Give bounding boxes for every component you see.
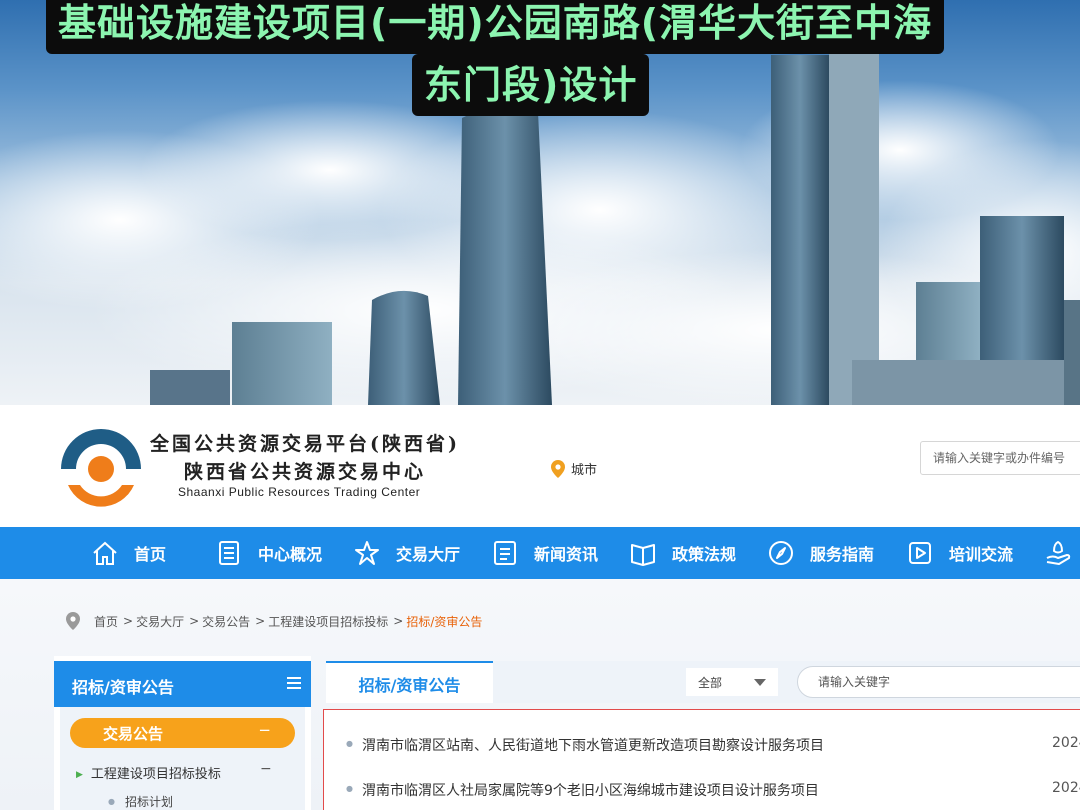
play-icon: [909, 542, 931, 564]
list-item-date: 2024: [1052, 735, 1080, 751]
sidebar-menu: 交易公告 − ▶ 工程建设项目招标投标 − ● 招标计划: [60, 707, 305, 810]
nav-item-label: 政策法规: [672, 545, 737, 564]
list-item-date: 2024: [1052, 780, 1080, 796]
sidebar-item-engineering-bidding[interactable]: ▶ 工程建设项目招标投标: [76, 763, 221, 782]
tab-bar: 招标/资审公告 全部: [326, 661, 1080, 703]
breadcrumb-separator: >: [123, 614, 134, 628]
breadcrumb: 首页 > 交易大厅 > 交易公告 > 工程建设项目招标投标 > 招标/资审公告: [66, 612, 482, 630]
site-name-cn-line2: 陕西省公共资源交易中心: [184, 461, 427, 483]
category-filter-select[interactable]: 全部: [686, 668, 778, 696]
nav-item-label: 首页: [134, 545, 167, 564]
announcement-list: ● 渭南市临渭区站南、人民街道地下雨水管道更新改造项目勘察设计服务项目 2024…: [323, 709, 1080, 810]
menu-icon[interactable]: [285, 675, 303, 691]
nav-item-label: 中心概况: [258, 545, 323, 564]
list-item[interactable]: ● 渭南市临渭区站南、人民街道地下雨水管道更新改造项目勘察设计服务项目 2024: [324, 735, 1080, 759]
star-icon: [355, 541, 379, 565]
breadcrumb-separator: >: [393, 614, 404, 628]
breadcrumb-home[interactable]: 首页: [94, 613, 118, 630]
nav-item-label: 交易大厅: [396, 545, 461, 564]
book-icon: [631, 544, 655, 566]
subtitle-line-2: 东门段)设计: [412, 54, 650, 116]
list-search-box[interactable]: [797, 666, 1080, 698]
breadcrumb-trading-hall[interactable]: 交易大厅: [136, 613, 184, 630]
nav-item-home[interactable]: 首页: [90, 527, 166, 579]
triangle-right-icon: ▶: [76, 770, 83, 780]
site-search-box[interactable]: [920, 441, 1080, 475]
chevron-down-icon: [754, 679, 766, 686]
breadcrumb-engineering-bidding[interactable]: 工程建设项目招标投标: [268, 613, 388, 630]
category-filter-value: 全部: [698, 676, 723, 690]
city-label: 城市: [571, 463, 598, 478]
nav-item-label: 新闻资讯: [534, 545, 599, 564]
city-selector[interactable]: 城市: [551, 459, 597, 478]
hand-icon: [1046, 541, 1071, 565]
document-icon: [219, 541, 239, 565]
breadcrumb-announcements[interactable]: 交易公告: [202, 613, 250, 630]
breadcrumb-separator: >: [255, 614, 266, 628]
breadcrumb-current: 招标/资审公告: [406, 614, 483, 629]
site-name-en: Shaanxi Public Resources Trading Center: [178, 485, 421, 499]
main-nav: 首页 中心概况 交易大厅 新闻资讯 政策法规 服务指南 培训交流: [0, 527, 1080, 579]
nav-item-news[interactable]: 新闻资讯: [490, 527, 598, 579]
sidebar: 招标/资审公告 交易公告 − ▶ 工程建设项目招标投标 − ● 招标计划: [54, 656, 311, 810]
nav-item-about[interactable]: 中心概况: [214, 527, 322, 579]
nav-item-trading-hall[interactable]: 交易大厅: [352, 527, 460, 579]
list-item-title[interactable]: 渭南市临渭区人社局家属院等9个老旧小区海绵城市建设项目设计服务项目: [362, 780, 819, 800]
bullet-icon: ●: [346, 739, 353, 748]
tab-bidding-announcements[interactable]: 招标/资审公告: [326, 661, 493, 703]
location-icon: [66, 612, 80, 630]
compass-icon: [769, 541, 793, 565]
site-brand[interactable]: 全国公共资源交易平台(陕西省) 陕西省公共资源交易中心 Shaanxi Publ…: [58, 427, 478, 507]
nav-item-more[interactable]: [1043, 527, 1073, 579]
list-search-input[interactable]: [798, 667, 1080, 697]
collapse-icon[interactable]: −: [260, 761, 272, 777]
sidebar-item-bidding-plan[interactable]: ● 招标计划: [108, 793, 173, 810]
list-item-title[interactable]: 渭南市临渭区站南、人民街道地下雨水管道更新改造项目勘察设计服务项目: [362, 735, 824, 755]
sidebar-item-label: 工程建设项目招标投标: [90, 767, 221, 782]
list-item[interactable]: ● 渭南市临渭区人社局家属院等9个老旧小区海绵城市建设项目设计服务项目 2024: [324, 780, 1080, 804]
news-icon: [494, 541, 516, 565]
video-frame-photo: 基础设施建设项目(一期)公园南路(渭华大街至中海 东门段)设计: [0, 0, 1080, 405]
nav-item-policy[interactable]: 政策法规: [628, 527, 736, 579]
site-search-input[interactable]: [921, 442, 1080, 474]
bullet-icon: ●: [346, 784, 353, 793]
collapse-icon[interactable]: −: [258, 721, 271, 739]
sidebar-title-text: 招标/资审公告: [72, 678, 174, 697]
subtitle-line-1: 基础设施建设项目(一期)公园南路(渭华大街至中海: [46, 0, 945, 54]
bullet-icon: ●: [108, 797, 115, 806]
website-screenshot: 全国公共资源交易平台(陕西省) 陕西省公共资源交易中心 Shaanxi Publ…: [0, 405, 1080, 810]
main-panel: 招标/资审公告 全部 ● 渭南市临渭区站南、人民街道地下雨水管道更新改造项目勘察…: [323, 661, 1080, 810]
sidebar-section-label: 交易公告: [103, 725, 164, 743]
sidebar-section-trading-announcements[interactable]: 交易公告 −: [70, 718, 295, 748]
nav-item-training[interactable]: 培训交流: [905, 527, 1013, 579]
map-pin-icon: [551, 459, 565, 478]
sidebar-title: 招标/资审公告: [54, 661, 311, 707]
nav-item-service-guide[interactable]: 服务指南: [766, 527, 874, 579]
nav-item-label: 培训交流: [949, 545, 1014, 564]
content-area: 首页 > 交易大厅 > 交易公告 > 工程建设项目招标投标 > 招标/资审公告 …: [0, 579, 1080, 810]
home-icon: [93, 541, 117, 565]
nav-item-label: 服务指南: [810, 545, 875, 564]
breadcrumb-separator: >: [189, 614, 200, 628]
site-name-cn-line1: 全国公共资源交易平台(陕西省): [150, 433, 460, 455]
sidebar-item-label: 招标计划: [124, 795, 173, 809]
logo-icon: [61, 429, 141, 507]
